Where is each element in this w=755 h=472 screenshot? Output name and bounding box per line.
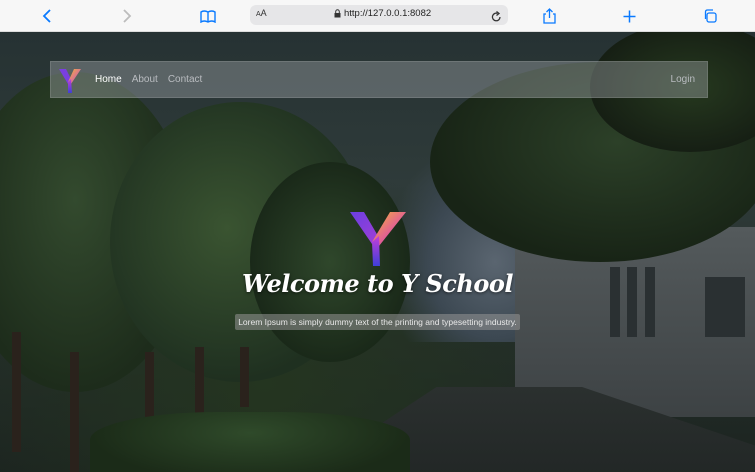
address-bar[interactable]: AA http://127.0.0.1:8082 <box>250 5 508 25</box>
tree-trunk <box>70 352 79 472</box>
bookmarks-icon[interactable] <box>197 5 219 27</box>
tree-trunk <box>240 347 249 407</box>
hero-title: Welcome to Y School <box>242 269 514 298</box>
navbar: Home About Contact Login <box>50 61 708 98</box>
hero-subtitle: Lorem Ipsum is simply dummy text of the … <box>235 314 520 330</box>
hero-section: Home About Contact Login Welcome to Y Sc… <box>0 32 755 472</box>
nav-link-contact[interactable]: Contact <box>168 74 202 85</box>
url-text: http://127.0.0.1:8082 <box>344 8 432 19</box>
reload-icon[interactable] <box>491 8 502 27</box>
browser-toolbar: AA http://127.0.0.1:8082 <box>0 0 755 32</box>
tree-trunk <box>12 332 21 452</box>
login-link[interactable]: Login <box>671 74 695 85</box>
text-size-button[interactable]: AA <box>256 8 267 18</box>
forward-icon[interactable] <box>116 5 138 27</box>
nav-links: Home About Contact <box>95 74 202 85</box>
nav-link-home[interactable]: Home <box>95 74 122 85</box>
hero-logo <box>346 210 410 272</box>
new-tab-icon[interactable] <box>618 5 640 27</box>
tabs-overview-icon[interactable] <box>699 5 721 27</box>
background-hedge <box>90 412 410 472</box>
share-icon[interactable] <box>538 5 560 27</box>
back-icon[interactable] <box>36 5 58 27</box>
nav-logo[interactable] <box>58 68 82 98</box>
nav-link-about[interactable]: About <box>132 74 158 85</box>
lock-icon <box>334 9 341 18</box>
tree-trunk <box>195 347 204 417</box>
